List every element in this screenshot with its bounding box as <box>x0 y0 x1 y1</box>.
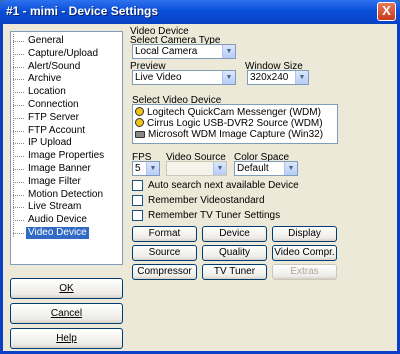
video-source-select[interactable]: ▼ <box>166 161 227 176</box>
device-settings-window: #1 - mimi - Device Settings X General Cap… <box>0 0 400 354</box>
color-space-value: Default <box>237 163 269 174</box>
close-button[interactable]: X <box>377 2 396 21</box>
fps-value: 5 <box>135 163 141 174</box>
list-item[interactable]: Cirrus Logic USB-DVR2 Source (WDM) <box>135 118 323 129</box>
tv-tuner-button[interactable]: TV Tuner <box>202 264 267 280</box>
source-button[interactable]: Source <box>132 245 197 261</box>
source-label: Source <box>148 247 181 258</box>
device-icon <box>135 107 144 116</box>
display-button[interactable]: Display <box>272 226 337 242</box>
quality-label: Quality <box>218 247 251 258</box>
tree-connector <box>13 66 24 68</box>
tree-item-label: Location <box>28 86 66 98</box>
video-device-list[interactable]: Logitech QuickCam Messenger (WDM) Cirrus… <box>132 104 338 144</box>
extras-label: Extras <box>290 266 319 277</box>
tree-connector <box>13 220 24 222</box>
camera-type-select[interactable]: Local Camera ▼ <box>132 44 236 59</box>
title-bar[interactable]: #1 - mimi - Device Settings X <box>0 0 400 24</box>
tree-connector <box>13 181 24 183</box>
checkbox-label: Remember TV Tuner Settings <box>148 210 281 221</box>
checkbox-box[interactable] <box>132 210 143 221</box>
tree-connector <box>13 194 24 196</box>
chevron-down-icon: ▼ <box>284 162 297 175</box>
checkbox-label: Auto search next available Device <box>148 180 299 191</box>
tree-connector <box>13 92 24 94</box>
device-name: Cirrus Logic USB-DVR2 Source (WDM) <box>147 118 323 129</box>
tree-item-label: Audio Device <box>28 214 87 226</box>
tree-connector <box>13 143 24 145</box>
camera-type-value: Local Camera <box>135 46 198 57</box>
chevron-down-icon: ▼ <box>222 71 235 84</box>
tree-connector <box>13 117 24 119</box>
video-compr-button[interactable]: Video Compr. <box>272 245 337 261</box>
device-name: Microsoft WDM Image Capture (Win32) <box>148 129 324 140</box>
tree-connector <box>13 207 24 209</box>
tree-item-label: General <box>28 35 64 46</box>
tree-item-label: Video Device <box>26 227 89 239</box>
tree-item-label: Capture/Upload <box>28 47 99 59</box>
window-size-value: 320x240 <box>250 72 289 83</box>
color-space-select[interactable]: Default ▼ <box>234 161 298 176</box>
device-label: Device <box>219 228 250 239</box>
preview-select[interactable]: Live Video ▼ <box>132 70 236 85</box>
list-item[interactable]: Microsoft WDM Image Capture (Win32) <box>135 129 323 140</box>
tree-item-label: Motion Detection <box>28 188 104 200</box>
checkbox-label: Remember Videostandard <box>148 195 265 206</box>
tree-item-label: FTP Account <box>28 124 86 136</box>
compressor-label: Compressor <box>137 266 192 277</box>
ok-label: OK <box>59 283 74 294</box>
checkbox-box[interactable] <box>132 195 143 206</box>
device-icon <box>135 118 144 127</box>
tree-item-label: IP Upload <box>28 137 72 149</box>
tree-connector <box>13 53 24 55</box>
extras-button[interactable]: Extras <box>272 264 337 280</box>
tree-connector <box>13 41 24 42</box>
chevron-down-icon: ▼ <box>146 162 159 175</box>
device-button[interactable]: Device <box>202 226 267 242</box>
tree-item-label: Image Filter <box>28 175 81 187</box>
preview-value: Live Video <box>135 72 182 83</box>
quality-button[interactable]: Quality <box>202 245 267 261</box>
tree-connector <box>13 130 24 132</box>
format-button[interactable]: Format <box>132 226 197 242</box>
format-label: Format <box>148 228 181 239</box>
tree-item-label: FTP Server <box>28 111 79 123</box>
camera-icon <box>135 131 145 138</box>
close-icon: X <box>382 3 391 18</box>
list-item[interactable]: Logitech QuickCam Messenger (WDM) <box>135 107 321 118</box>
checkbox-box[interactable] <box>132 180 143 191</box>
tree-connector <box>13 169 24 170</box>
settings-tree[interactable]: General Capture/Upload Alert/Sound Archive L… <box>10 31 123 265</box>
help-label: Help <box>56 333 77 344</box>
chevron-down-icon: ▼ <box>213 162 226 175</box>
tree-item-label: Image Banner <box>28 163 91 174</box>
video-compr-label: Video Compr. <box>274 247 335 258</box>
tree-item-label: Alert/Sound <box>28 60 81 72</box>
tree-connector <box>13 233 24 234</box>
tree-item-label: Connection <box>28 99 79 110</box>
device-name: Logitech QuickCam Messenger (WDM) <box>147 107 321 118</box>
tv-tuner-label: TV Tuner <box>213 266 256 277</box>
window-size-select[interactable]: 320x240 ▼ <box>247 70 309 85</box>
window-title: #1 - mimi - Device Settings <box>6 4 159 18</box>
chevron-down-icon: ▼ <box>222 45 235 58</box>
compressor-button[interactable]: Compressor <box>132 264 197 280</box>
tree-item-label: Live Stream <box>28 201 82 213</box>
fps-select[interactable]: 5 ▼ <box>132 161 160 176</box>
chevron-down-icon: ▼ <box>295 71 308 84</box>
tree-connector <box>13 156 24 158</box>
tree-item-label: Image Properties <box>28 150 105 162</box>
cancel-button[interactable]: Cancel <box>10 303 123 324</box>
tree-connector <box>13 79 24 81</box>
tree-connector <box>13 105 24 106</box>
tree-item-label: Archive <box>28 73 62 85</box>
ok-button[interactable]: OK <box>10 278 123 299</box>
display-label: Display <box>288 228 321 239</box>
cancel-label: Cancel <box>50 308 83 319</box>
help-button[interactable]: Help <box>10 328 123 349</box>
